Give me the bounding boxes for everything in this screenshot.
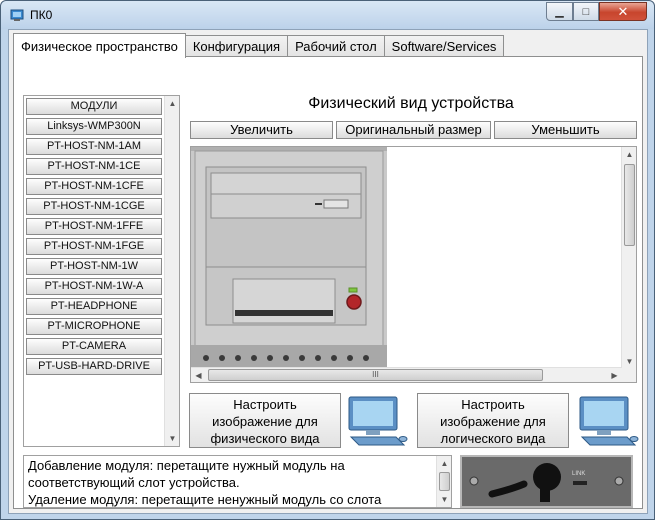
minimize-icon: ▁ [555, 6, 564, 18]
tab-desktop[interactable]: Рабочий стол [287, 35, 385, 57]
button-label-line: логического вида [440, 431, 546, 446]
vertical-scroll-thumb[interactable] [624, 164, 635, 246]
customize-logical-icon-button[interactable]: Настроить изображение для логического ви… [417, 393, 569, 448]
physical-tab-panel: МОДУЛИ Linksys-WMP300N PT-HOST-NM-1AM PT… [13, 56, 643, 509]
tab-software-services[interactable]: Software/Services [383, 35, 505, 57]
module-item[interactable]: PT-HOST-NM-1AM [26, 138, 162, 155]
module-item[interactable]: Linksys-WMP300N [26, 118, 162, 135]
scroll-down-icon[interactable]: ▼ [437, 492, 451, 507]
module-item[interactable]: PT-USB-HARD-DRIVE [26, 358, 162, 375]
module-image [462, 457, 631, 506]
horizontal-scroll-thumb[interactable]: III [208, 369, 543, 381]
module-item[interactable]: PT-HOST-NM-1CGE [26, 198, 162, 215]
scroll-up-icon[interactable]: ▲ [437, 456, 451, 471]
title-bar[interactable]: ПК0 ▁ □ ✕ [1, 1, 654, 29]
scroll-down-icon[interactable]: ▼ [622, 354, 636, 369]
button-label-line: изображение для [440, 414, 546, 429]
scroll-left-icon[interactable]: ◀ [191, 368, 206, 382]
close-icon: ✕ [617, 3, 629, 19]
tab-physical[interactable]: Физическое пространство [13, 33, 186, 58]
window-title: ПК0 [30, 8, 53, 22]
scroll-up-icon[interactable]: ▲ [165, 96, 180, 111]
button-label-line: Настроить [461, 397, 525, 412]
physical-view-title: Физический вид устройства [308, 95, 514, 112]
tab-config[interactable]: Конфигурация [184, 35, 289, 57]
computer-case-image [191, 147, 387, 369]
help-text-line: Удаление модуля: перетащите ненужный мод… [28, 492, 382, 507]
help-scrollbar[interactable]: ▲ ▼ [436, 456, 451, 507]
maximize-button[interactable]: □ [573, 2, 599, 21]
help-text-area[interactable]: Добавление модуля: перетащите нужный мод… [23, 455, 452, 508]
zoom-in-button[interactable]: Увеличить [190, 121, 333, 139]
module-item[interactable]: PT-CAMERA [26, 338, 162, 355]
customize-physical-icon-button[interactable]: Настроить изображение для физического ви… [189, 393, 341, 448]
modules-header: МОДУЛИ [26, 98, 162, 115]
scroll-up-icon[interactable]: ▲ [622, 147, 636, 162]
module-preview: LINK [460, 455, 633, 508]
scroll-down-icon[interactable]: ▼ [165, 431, 180, 446]
scroll-corner [622, 369, 636, 382]
tab-bar: Физическое пространство Конфигурация Раб… [13, 33, 505, 58]
module-item[interactable]: PT-HOST-NM-1FGE [26, 238, 162, 255]
module-item[interactable]: PT-HOST-NM-1W-A [26, 278, 162, 295]
button-label-line: изображение для [212, 414, 318, 429]
link-port-label: LINK [572, 471, 586, 477]
help-scroll-thumb[interactable] [439, 472, 450, 491]
module-item[interactable]: PT-HOST-NM-1W [26, 258, 162, 275]
scroll-right-icon[interactable]: ▶ [607, 368, 622, 382]
help-text-line: соответствующий слот устройства. [28, 475, 240, 490]
view-horizontal-scrollbar[interactable]: ◀ III ▶ [191, 367, 622, 382]
scroll-grip-icon: III [372, 370, 379, 379]
module-item[interactable]: PT-MICROPHONE [26, 318, 162, 335]
device-view-canvas[interactable]: ▲ ▼ ◀ III ▶ [190, 146, 637, 383]
original-size-button[interactable]: Оригинальный размер [336, 121, 491, 139]
packet-tracer-icon [10, 9, 24, 21]
minimize-button[interactable]: ▁ [546, 2, 573, 21]
close-button[interactable]: ✕ [599, 2, 647, 21]
module-item[interactable]: PT-HOST-NM-1CFE [26, 178, 162, 195]
modules-scrollbar[interactable]: ▲ ▼ [164, 96, 179, 446]
module-item[interactable]: PT-HOST-NM-1CE [26, 158, 162, 175]
client-area: Физическое пространство Конфигурация Раб… [8, 29, 648, 514]
zoom-out-button[interactable]: Уменьшить [494, 121, 637, 139]
pc-icon [579, 396, 639, 446]
view-vertical-scrollbar[interactable]: ▲ ▼ [621, 147, 636, 369]
module-item[interactable]: PT-HEADPHONE [26, 298, 162, 315]
pc-icon [348, 396, 408, 446]
module-item[interactable]: PT-HOST-NM-1FFE [26, 218, 162, 235]
button-label-line: Настроить [233, 397, 297, 412]
maximize-icon: □ [582, 5, 590, 18]
modules-list: МОДУЛИ Linksys-WMP300N PT-HOST-NM-1AM PT… [23, 95, 180, 447]
button-label-line: физического вида [210, 431, 320, 446]
app-window: ПК0 ▁ □ ✕ Физическое пространство Конфиг… [0, 0, 655, 520]
help-text-line: Добавление модуля: перетащите нужный мод… [28, 458, 345, 473]
